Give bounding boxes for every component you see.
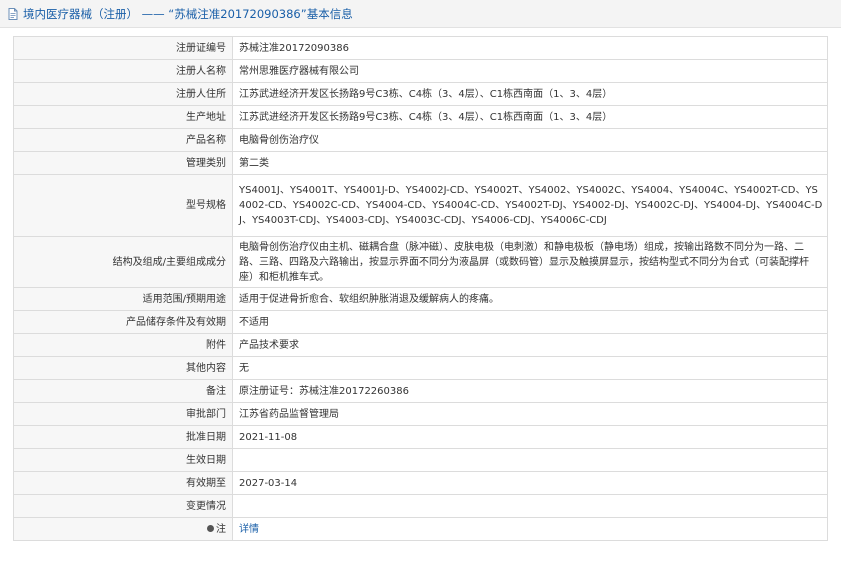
- row-label: 有效期至: [13, 471, 233, 495]
- row-label: 审批部门: [13, 402, 233, 426]
- row-value: 苏械注准20172090386: [232, 36, 828, 60]
- row-value: 电脑骨创伤治疗仪由主机、磁耦合盘（脉冲磁）、皮肤电极（电刺激）和静电极板（静电场…: [232, 236, 828, 288]
- table-row: 备注 原注册证号：苏械注准20172260386: [13, 379, 828, 403]
- row-value: 第二类: [232, 151, 828, 175]
- table-row: 产品储存条件及有效期 不适用: [13, 310, 828, 334]
- page-title: 境内医疗器械（注册） —— “苏械注准20172090386”基本信息: [23, 6, 353, 21]
- row-label: 结构及组成/主要组成成分: [13, 236, 233, 288]
- row-label: 附件: [13, 333, 233, 357]
- row-label: 适用范围/预期用途: [13, 287, 233, 311]
- row-value: 常州思雅医疗器械有限公司: [232, 59, 828, 83]
- row-label: 生效日期: [13, 448, 233, 472]
- table-row: 管理类别 第二类: [13, 151, 828, 175]
- info-table-wrapper: 注册证编号 苏械注准20172090386 注册人名称 常州思雅医疗器械有限公司…: [13, 36, 828, 541]
- row-value: 江苏省药品监督管理局: [232, 402, 828, 426]
- row-label: 注册人住所: [13, 82, 233, 106]
- note-label-cell: 注: [13, 517, 233, 541]
- table-row: 变更情况: [13, 494, 828, 518]
- row-label: 产品储存条件及有效期: [13, 310, 233, 334]
- table-row: 审批部门 江苏省药品监督管理局: [13, 402, 828, 426]
- row-value: [232, 448, 828, 472]
- row-label: 注册证编号: [13, 36, 233, 60]
- row-label: 备注: [13, 379, 233, 403]
- table-row: 产品名称 电脑骨创伤治疗仪: [13, 128, 828, 152]
- table-row: 注 详情: [13, 517, 828, 541]
- row-value: 2021-11-08: [232, 425, 828, 449]
- row-value: 无: [232, 356, 828, 380]
- row-label: 批准日期: [13, 425, 233, 449]
- row-value: 适用于促进骨折愈合、软组织肿胀消退及缓解病人的疼痛。: [232, 287, 828, 311]
- table-row: 适用范围/预期用途 适用于促进骨折愈合、软组织肿胀消退及缓解病人的疼痛。: [13, 287, 828, 311]
- note-label: 注: [216, 523, 226, 535]
- row-label: 型号规格: [13, 174, 233, 237]
- row-value: 江苏武进经济开发区长扬路9号C3栋、C4栋（3、4层）、C1栋西南面（1、3、4…: [232, 82, 828, 106]
- row-label: 产品名称: [13, 128, 233, 152]
- table-row: 型号规格 YS4001J、YS4001T、YS4001J-D、YS4002J-C…: [13, 174, 828, 237]
- row-label: 生产地址: [13, 105, 233, 129]
- info-table: 注册证编号 苏械注准20172090386 注册人名称 常州思雅医疗器械有限公司…: [13, 36, 828, 541]
- row-value: YS4001J、YS4001T、YS4001J-D、YS4002J-CD、YS4…: [232, 174, 828, 237]
- document-icon: [6, 7, 20, 21]
- row-value: 原注册证号：苏械注准20172260386: [232, 379, 828, 403]
- table-row: 有效期至 2027-03-14: [13, 471, 828, 495]
- table-row: 批准日期 2021-11-08: [13, 425, 828, 449]
- page-header: 境内医疗器械（注册） —— “苏械注准20172090386”基本信息: [0, 0, 841, 28]
- table-row: 注册人名称 常州思雅医疗器械有限公司: [13, 59, 828, 83]
- row-label: 变更情况: [13, 494, 233, 518]
- row-value: 产品技术要求: [232, 333, 828, 357]
- table-row: 生效日期: [13, 448, 828, 472]
- row-value: 江苏武进经济开发区长扬路9号C3栋、C4栋（3、4层）、C1栋西南面（1、3、4…: [232, 105, 828, 129]
- details-link[interactable]: 详情: [239, 524, 259, 535]
- table-row: 附件 产品技术要求: [13, 333, 828, 357]
- row-label: 注册人名称: [13, 59, 233, 83]
- row-value: 2027-03-14: [232, 471, 828, 495]
- row-label: 管理类别: [13, 151, 233, 175]
- row-value: 电脑骨创伤治疗仪: [232, 128, 828, 152]
- row-value: 不适用: [232, 310, 828, 334]
- note-value-cell: 详情: [232, 517, 828, 541]
- table-row: 生产地址 江苏武进经济开发区长扬路9号C3栋、C4栋（3、4层）、C1栋西南面（…: [13, 105, 828, 129]
- table-row: 注册证编号 苏械注准20172090386: [13, 36, 828, 60]
- row-value: [232, 494, 828, 518]
- table-row: 结构及组成/主要组成成分 电脑骨创伤治疗仪由主机、磁耦合盘（脉冲磁）、皮肤电极（…: [13, 236, 828, 288]
- table-row: 其他内容 无: [13, 356, 828, 380]
- note-dot-icon: [207, 525, 214, 532]
- row-label: 其他内容: [13, 356, 233, 380]
- table-row: 注册人住所 江苏武进经济开发区长扬路9号C3栋、C4栋（3、4层）、C1栋西南面…: [13, 82, 828, 106]
